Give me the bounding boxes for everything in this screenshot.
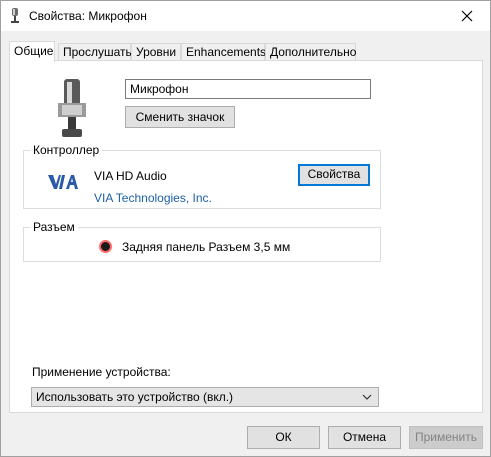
tab-levels[interactable]: Уровни bbox=[131, 43, 181, 61]
cancel-button[interactable]: Отмена bbox=[328, 426, 401, 449]
device-usage-label: Применение устройства: bbox=[32, 365, 171, 379]
tab-enhancements[interactable]: Enhancements bbox=[181, 43, 266, 61]
microphone-title-icon bbox=[11, 8, 19, 23]
change-icon-button[interactable]: Сменить значок bbox=[125, 106, 235, 128]
chevron-down-icon bbox=[362, 394, 372, 400]
tab-listen[interactable]: Прослушать bbox=[58, 43, 132, 61]
controller-group: Контроллер VIA HD Audio VIA Technologies… bbox=[23, 143, 381, 209]
general-tab-panel: Сменить значок Контроллер VIA HD Audio V… bbox=[9, 60, 483, 413]
tab-general[interactable]: Общие bbox=[9, 41, 55, 62]
device-name-input[interactable] bbox=[125, 79, 371, 99]
controller-properties-button[interactable]: Свойства bbox=[298, 164, 370, 186]
properties-dialog: Свойства: Микрофон Общие Прослушать Уров… bbox=[0, 0, 491, 457]
title-bar: Свойства: Микрофон bbox=[1, 1, 490, 31]
window-title: Свойства: Микрофон bbox=[29, 9, 147, 23]
controller-name: VIA HD Audio bbox=[94, 169, 167, 183]
jack-group: Разъем Задняя панель Разъем 3,5 мм bbox=[23, 220, 381, 262]
apply-button[interactable]: Применить bbox=[409, 426, 483, 449]
controller-vendor: VIA Technologies, Inc. bbox=[94, 191, 212, 205]
device-usage-value: Использовать это устройство (вкл.) bbox=[36, 390, 234, 404]
close-icon bbox=[461, 10, 473, 22]
controller-group-label: Контроллер bbox=[30, 143, 103, 157]
tab-advanced[interactable]: Дополнительно bbox=[265, 43, 356, 61]
device-usage-select[interactable]: Использовать это устройство (вкл.) bbox=[31, 387, 379, 407]
ok-button[interactable]: ОК bbox=[247, 426, 320, 449]
microphone-icon bbox=[58, 79, 86, 137]
jack-group-label: Разъем bbox=[30, 220, 78, 234]
audio-jack-icon bbox=[99, 240, 112, 253]
jack-info: Задняя панель Разъем 3,5 мм bbox=[122, 240, 291, 254]
close-button[interactable] bbox=[444, 1, 490, 31]
via-logo bbox=[48, 175, 78, 189]
